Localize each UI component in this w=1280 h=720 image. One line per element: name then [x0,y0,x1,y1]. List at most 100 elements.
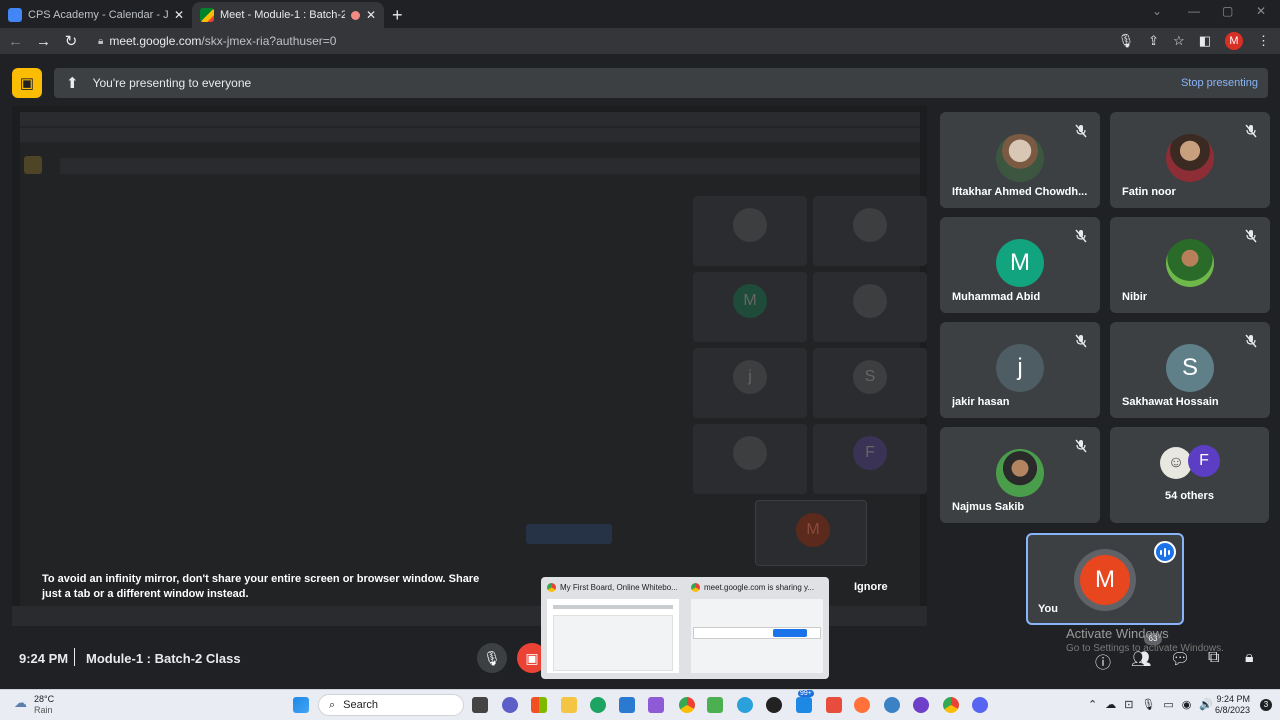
task-view-icon[interactable] [472,697,488,713]
sidepanel-icon[interactable]: ◧ [1199,33,1211,49]
clock-time: 9:24 PM [1216,694,1250,704]
back-icon[interactable]: ← [8,33,23,50]
avatar [996,134,1044,182]
thumb-title: My First Board, Online Whitebo... [560,583,677,592]
mirror-tile: S [813,348,927,418]
avatar: M [996,239,1044,287]
forward-icon[interactable]: → [36,33,51,50]
participant-name: jakir hasan [952,396,1010,408]
new-tab-button[interactable]: + [392,2,403,28]
mirror-tile [813,196,927,266]
presenting-text: You're presenting to everyone [92,76,252,90]
others-count: 54 others [1165,490,1214,502]
participant-tile[interactable]: Fatin noor [1110,112,1270,208]
participant-tile[interactable]: M Muhammad Abid [940,217,1100,313]
participant-name: Muhammad Abid [952,291,1041,303]
mic-off-icon [1075,229,1087,243]
discord-icon[interactable] [972,697,988,713]
profile-avatar[interactable]: M [1225,32,1243,50]
mic-off-icon [1245,229,1257,243]
file-explorer-icon[interactable] [561,697,577,713]
avatar [1166,134,1214,182]
participant-tile[interactable]: j jakir hasan [940,322,1100,418]
lock-icon: 🔒︎ [98,35,104,47]
weather-temp: 28°C [34,694,55,704]
stop-presenting-button[interactable]: Stop presenting [1181,77,1258,89]
infinity-mirror-warning: To avoid an infinity mirror, don't share… [42,573,480,600]
chrome-icon [547,583,556,592]
teams-icon[interactable] [502,697,518,713]
speaking-indicator-icon [1154,541,1176,563]
tray-icons[interactable]: ⌃☁⊡🎙︎▭◉🔊 [1088,698,1221,711]
recording-icon [350,10,360,20]
participant-tile[interactable]: Iftakhar Ahmed Chowdh... [940,112,1100,208]
ignore-button[interactable]: Ignore [854,581,888,593]
chrome-profile-icon[interactable] [943,697,959,713]
calendar-favicon-icon [8,8,22,22]
weather-widget[interactable]: ☁ 28°C Rain [14,694,54,716]
microphone-button[interactable]: 🎙︎ [477,643,507,673]
snip-icon[interactable] [826,697,842,713]
taskbar-clock[interactable]: 9:24 PM 6/8/2023 [1215,694,1250,716]
app-icon[interactable] [766,697,782,713]
tab-title: CPS Academy - Calendar - June 2 [28,9,168,21]
github-icon[interactable] [913,697,929,713]
notification-count[interactable]: 3 [1260,699,1272,711]
telegram-icon[interactable] [737,697,753,713]
tab-title: Meet - Module-1 : Batch-2 C [220,9,345,21]
participant-name: Sakhawat Hossain [1122,396,1219,408]
browser-tab-bar: CPS Academy - Calendar - June 2 ✕ Meet -… [0,0,1280,28]
mirror-tile [693,424,807,494]
menu-dots-icon[interactable]: ⋮ [1257,33,1270,49]
firefox-icon[interactable] [854,697,870,713]
participant-tile[interactable]: Najmus Sakib [940,427,1100,523]
widgets-icon[interactable] [531,697,547,713]
host-controls-icon[interactable]: 🔒︎ [1245,649,1254,667]
reload-icon[interactable]: ↻ [64,32,78,50]
chrome-icon[interactable] [679,697,695,713]
edge-icon[interactable] [590,697,606,713]
others-tile[interactable]: ☺ F 54 others [1110,427,1269,523]
share-icon[interactable]: ⇪ [1148,33,1159,49]
taskbar-search[interactable]: ⌕ Search [318,694,464,716]
visual-studio-icon[interactable] [648,697,664,713]
participant-tile[interactable]: Nibir [1110,217,1270,313]
presentation-stage: M j S F M To avoid an infinity mirror, d… [12,106,927,626]
present-screen-icon: ⬆ [66,75,79,92]
close-window-icon[interactable]: ✕ [1256,4,1266,18]
self-tile[interactable]: M You [1026,533,1184,625]
taskbar-thumbnail-popup: My First Board, Online Whitebo... meet.g… [541,577,829,679]
messenger-icon[interactable] [796,697,812,713]
tab-calendar[interactable]: CPS Academy - Calendar - June 2 ✕ [0,2,192,28]
avatar [1166,239,1214,287]
maps-icon[interactable] [884,697,900,713]
minimize-icon[interactable]: — [1188,4,1200,18]
mirror-self-tile: M [755,500,867,566]
thumb-whiteboard[interactable]: My First Board, Online Whitebo... [547,583,677,592]
tab-meet[interactable]: Meet - Module-1 : Batch-2 C ✕ [192,2,384,28]
search-placeholder: Search [343,699,379,711]
close-tab-icon[interactable]: ✕ [174,8,184,22]
maximize-icon[interactable]: ▢ [1222,4,1233,18]
microphone-icon[interactable]: 🎙︎ [1118,33,1135,49]
meet-favicon-icon [200,8,214,22]
participant-tile[interactable]: S Sakhawat Hossain [1110,322,1270,418]
start-icon[interactable] [293,697,309,713]
avatar: j [996,344,1044,392]
thumb-meet[interactable]: meet.google.com is sharing y... [691,583,821,592]
url-host: meet.google.com [109,34,202,48]
activate-windows-title: Activate Windows [1066,626,1169,641]
stop-share-icon[interactable]: ▣ [12,68,42,98]
participant-name: Iftakhar Ahmed Chowdh... [952,186,1088,198]
meeting-title: Module-1 : Batch-2 Class [86,651,241,666]
close-tab-icon[interactable]: ✕ [366,8,376,22]
whiteboard-preview[interactable] [547,599,679,673]
meet-share-preview[interactable] [691,599,823,673]
mic-off-icon [1075,334,1087,348]
url-field[interactable]: 🔒︎ meet.google.com/skx-jmex-ria?authuser… [98,34,336,48]
vscode-icon[interactable] [619,697,635,713]
chevron-down-icon[interactable]: ⌄ [1152,4,1162,18]
mic-off-icon [1075,439,1087,453]
notepad-icon[interactable] [707,697,723,713]
bookmark-star-icon[interactable]: ☆ [1173,33,1185,49]
